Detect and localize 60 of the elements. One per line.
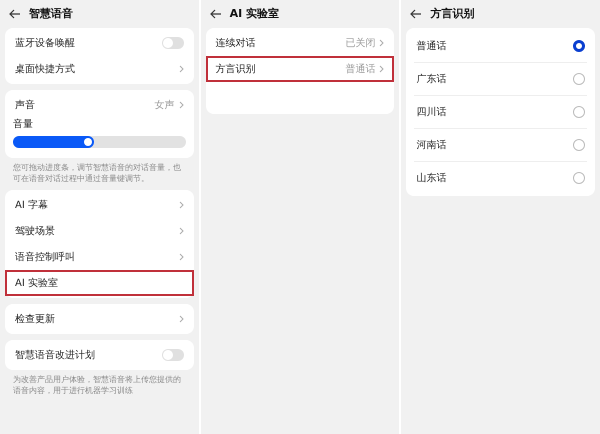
row-label: 方言识别 (216, 62, 256, 76)
settings-row[interactable]: 蓝牙设备唤醒 (5, 30, 194, 56)
radio-button[interactable] (573, 73, 586, 85)
row-label: 智慧语音改进计划 (15, 348, 95, 362)
row-label: AI 实验室 (15, 276, 58, 290)
row-value: 已关闭 (345, 36, 376, 50)
row-label: 河南话 (416, 138, 446, 152)
volume-slider[interactable] (13, 136, 186, 148)
radio-button[interactable] (573, 172, 586, 184)
radio-button[interactable] (573, 40, 586, 52)
radio-button[interactable] (573, 139, 586, 151)
chevron-icon (178, 101, 184, 109)
chevron-icon (178, 315, 184, 323)
chevron-icon (379, 39, 384, 47)
row-label: 语音控制呼叫 (15, 250, 75, 264)
row-label: AI 字幕 (15, 198, 48, 212)
toggle-switch[interactable] (162, 37, 184, 49)
settings-row[interactable]: 河南话 (406, 132, 596, 158)
row-label: 普通话 (416, 40, 446, 54)
settings-row[interactable]: 普通话 (406, 33, 596, 59)
row-label: 四川话 (416, 106, 446, 120)
chevron-icon (178, 65, 184, 73)
screen-title: 方言识别 (430, 6, 474, 22)
row-label: 蓝牙设备唤醒 (15, 36, 75, 50)
back-arrow-icon[interactable] (410, 9, 422, 19)
volume-label: 音量 (13, 118, 34, 132)
settings-row[interactable]: 山东话 (406, 165, 596, 191)
toggle-switch[interactable] (162, 349, 184, 361)
row-label: 驾驶场景 (15, 224, 55, 238)
settings-row[interactable]: 语音控制呼叫 (5, 244, 194, 270)
settings-row[interactable]: 桌面快捷方式 (5, 56, 194, 82)
settings-row[interactable]: 方言识别 普通话 (206, 56, 394, 82)
settings-row[interactable]: 检查更新 (5, 306, 194, 332)
settings-row[interactable]: AI 实验室 (5, 270, 194, 296)
radio-button[interactable] (573, 106, 586, 118)
row-label: 广东话 (416, 72, 446, 86)
settings-row[interactable]: 智慧语音改进计划 (5, 342, 194, 368)
screen-title: AI 实验室 (230, 6, 280, 22)
back-arrow-icon[interactable] (9, 9, 21, 19)
row-label: 声音 (15, 98, 35, 112)
row-label: 桌面快捷方式 (15, 62, 75, 76)
settings-row[interactable]: AI 字幕 (5, 192, 194, 218)
row-label: 检查更新 (15, 312, 55, 326)
row-label: 山东话 (416, 172, 446, 186)
chevron-icon (178, 227, 184, 235)
settings-row[interactable]: 驾驶场景 (5, 218, 194, 244)
hint-text: 您可拖动进度条，调节智慧语音的对话音量，也可在语音对话过程中通过音量键调节。 (12, 162, 182, 184)
row-value: 普通话 (345, 62, 376, 76)
screen-title: 智慧语音 (29, 6, 73, 22)
chevron-icon (379, 65, 384, 73)
chevron-icon (178, 201, 184, 209)
row-label: 连续对话 (216, 36, 256, 50)
settings-row[interactable]: 四川话 (406, 99, 596, 125)
chevron-icon (178, 253, 184, 261)
settings-row[interactable]: 连续对话 已关闭 (206, 30, 394, 56)
row-value: 女声 (154, 98, 175, 112)
settings-row[interactable]: 广东话 (406, 66, 596, 92)
settings-row[interactable]: 声音 女声 (5, 92, 194, 118)
hint-text: 为改善产品用户体验，智慧语音将上传您提供的语音内容，用于进行机器学习训练 (12, 374, 182, 396)
back-arrow-icon[interactable] (210, 9, 222, 19)
